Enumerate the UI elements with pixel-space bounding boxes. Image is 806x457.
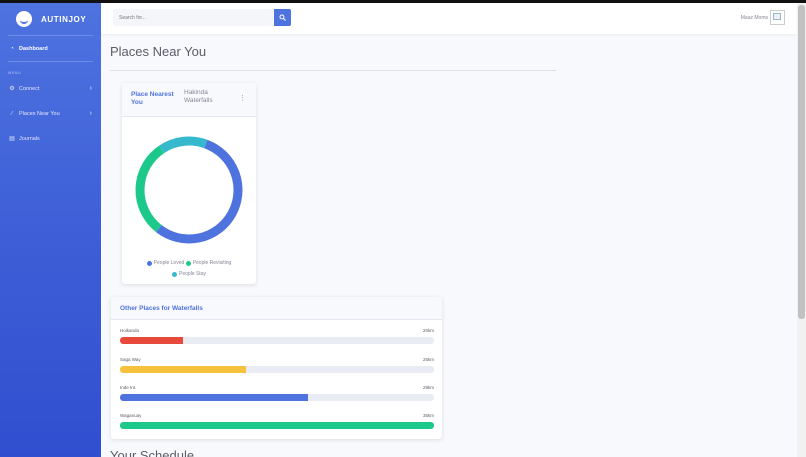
card-title: Other Places for Waterfalls xyxy=(120,305,203,312)
search-bar xyxy=(113,9,291,26)
more-options-icon[interactable]: ⋮ xyxy=(239,94,246,102)
scrollbar-thumb[interactable] xyxy=(798,5,805,319)
progress-track xyxy=(120,422,434,429)
sidebar-item-label: Connect xyxy=(19,85,40,92)
legend-label: People Stay xyxy=(179,271,206,277)
sidebar-item-label: Journals xyxy=(19,135,40,142)
chevron-right-icon: › xyxy=(89,85,92,92)
chart-legend: People Loved People Revisiting People St… xyxy=(132,259,246,281)
donut-slice-people-revisiting[interactable] xyxy=(135,145,165,233)
search-icon xyxy=(279,14,286,21)
card-header: Other Places for Waterfalls xyxy=(111,297,442,320)
place-name: Saga Way xyxy=(120,357,141,362)
legend-item: People Stay xyxy=(172,270,206,279)
donut-slice-people-stay[interactable] xyxy=(159,136,208,154)
page-title: Places Near You xyxy=(110,44,207,59)
legend-dot xyxy=(172,272,178,277)
nearest-place-name: Hakinda Waterfalls xyxy=(184,89,213,104)
progress-track xyxy=(120,337,434,344)
sidebar-item-places-near-you[interactable]: ∕ Places Near You › xyxy=(0,101,101,126)
other-places-card: Other Places for Waterfalls Hoikanda 20k… xyxy=(111,297,442,439)
legend-dot xyxy=(185,261,191,266)
sidebar-item-label: Dashboard xyxy=(19,45,48,52)
sidebar-item-journals[interactable]: ▤ Journals xyxy=(0,126,101,151)
progress-fill xyxy=(120,422,434,429)
brand-name: AUTINJOY xyxy=(41,14,87,24)
place-name: Inde Int. xyxy=(120,385,137,390)
title-divider xyxy=(110,70,556,71)
sidebar-item-label: Places Near You xyxy=(19,110,60,117)
sidebar-brand[interactable]: AUTINJOY xyxy=(0,3,101,35)
place-distance: 20km xyxy=(422,328,434,333)
sidebar-divider xyxy=(8,61,93,62)
progress-fill xyxy=(120,366,246,373)
sidebar-item-connect[interactable]: ⚙ Connect › xyxy=(0,76,101,101)
card-header: Place Nearest You Hakinda Waterfalls ⋮ xyxy=(122,83,256,117)
nearest-place-card: Place Nearest You Hakinda Waterfalls ⋮ P… xyxy=(122,83,256,284)
gear-icon: ⚙ xyxy=(9,86,15,92)
smiley-logo-icon xyxy=(16,11,32,27)
legend-dot xyxy=(146,261,152,266)
place-distance: 29km xyxy=(422,385,434,390)
sidebar-item-dashboard[interactable]: ◔ Dashboard xyxy=(0,36,101,61)
legend-label: People Revisiting xyxy=(192,260,232,266)
legend-item: People Loved xyxy=(146,259,185,268)
place-name: Hoikanda xyxy=(120,328,140,333)
user-name[interactable]: Maaz Moms xyxy=(741,15,768,21)
donut-chart xyxy=(135,136,243,244)
progress-fill xyxy=(120,394,309,401)
progress-fill xyxy=(120,337,183,344)
page-scrollbar[interactable] xyxy=(797,3,806,457)
legend-item: People Revisiting xyxy=(185,259,232,268)
place-distance: 25km xyxy=(422,357,434,362)
place-distance: 35km xyxy=(422,413,434,418)
progress-track xyxy=(120,366,434,373)
schedule-heading: Your Schedule xyxy=(110,448,195,457)
avatar[interactable] xyxy=(770,10,785,25)
wrench-icon: ∕ xyxy=(11,110,13,117)
chart-icon: ▤ xyxy=(9,136,15,142)
card-title: Place Nearest You xyxy=(131,91,174,106)
donut-slice-people-loved[interactable] xyxy=(156,139,243,244)
sidebar: AUTINJOY ◔ Dashboard MENU ⚙ Connect › ∕ … xyxy=(0,3,101,457)
search-button[interactable] xyxy=(274,9,291,26)
search-input[interactable] xyxy=(113,9,274,26)
place-name: Waganuay xyxy=(120,413,142,418)
chevron-right-icon: › xyxy=(89,110,92,117)
topbar: Maaz Moms xyxy=(101,3,797,34)
dashboard-icon: ◔ xyxy=(10,45,14,52)
legend-label: People Loved xyxy=(153,260,185,266)
sidebar-heading-menu: MENU xyxy=(8,70,21,75)
progress-track xyxy=(120,394,434,401)
